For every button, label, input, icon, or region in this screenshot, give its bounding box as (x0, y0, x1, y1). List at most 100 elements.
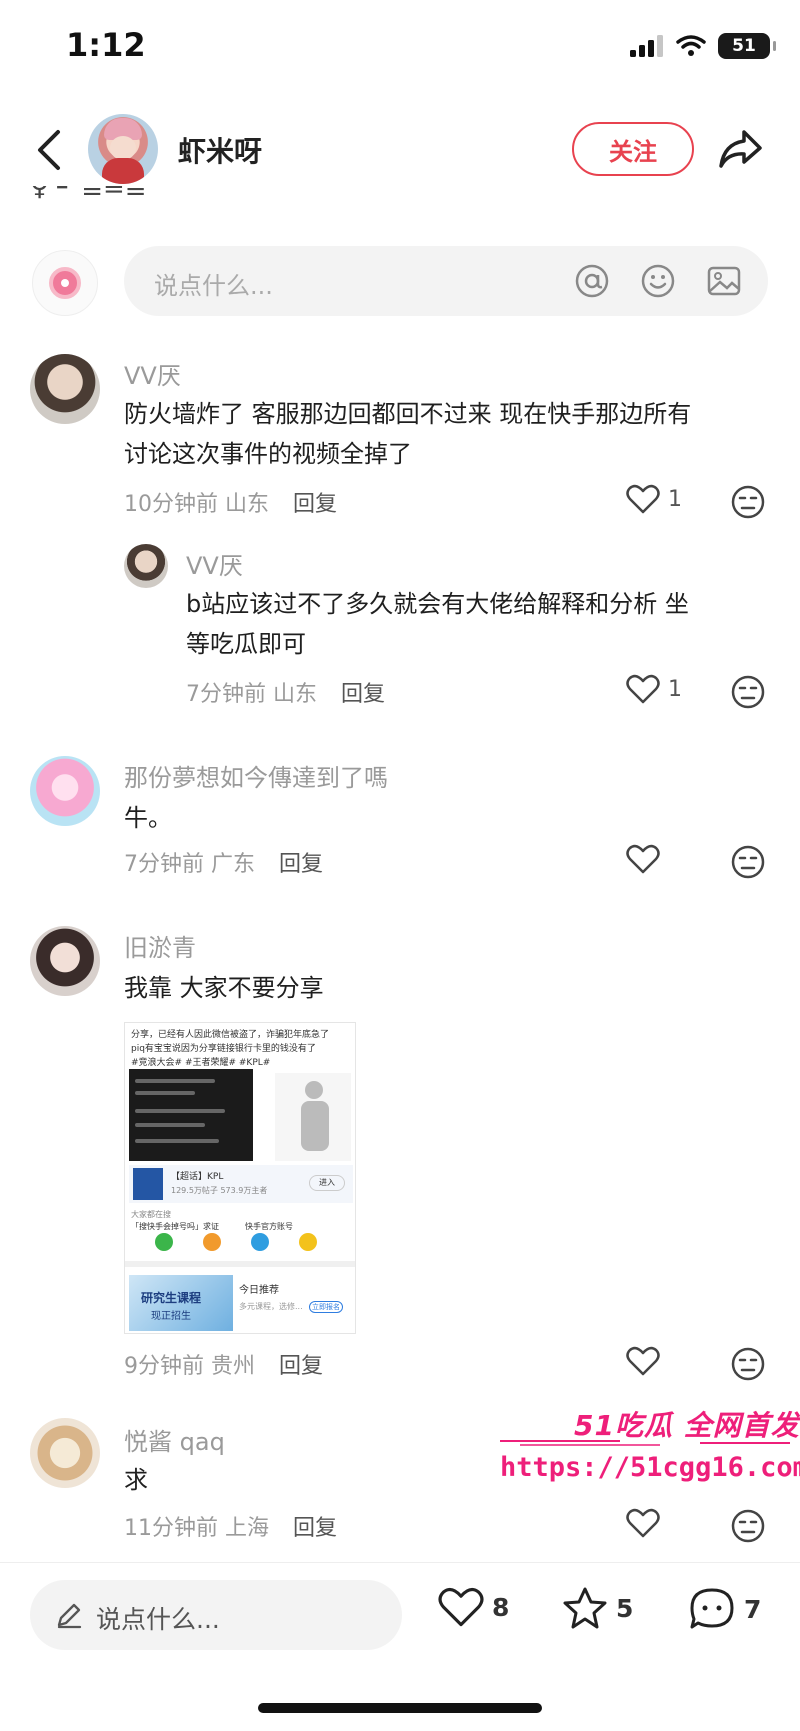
author-username[interactable]: 虾米呀 (178, 130, 262, 170)
image-sketch (275, 1073, 351, 1161)
image-share-qzone (299, 1233, 317, 1251)
image-divider (125, 1261, 355, 1267)
heart-icon (626, 1508, 660, 1538)
like-button[interactable] (626, 1508, 660, 1538)
wifi-icon (676, 35, 706, 56)
comment-time: 7分钟前 (124, 852, 204, 877)
commenter-name[interactable]: VV厌 (124, 356, 181, 391)
commenter-name[interactable]: 旧淤青 (124, 928, 196, 963)
comment-bubble-icon (690, 1588, 734, 1629)
comment-time: 11分钟前 (124, 1516, 218, 1541)
status-time: 1:12 (66, 26, 146, 64)
author-avatar[interactable] (88, 114, 158, 184)
star-icon (563, 1587, 607, 1629)
commenter-name[interactable]: VV厌 (186, 546, 243, 581)
image-search2: 快手官方账号 (245, 1222, 293, 1231)
like-button[interactable] (626, 1346, 660, 1376)
commenter-avatar[interactable] (124, 544, 168, 588)
commenter-avatar[interactable] (30, 926, 100, 996)
reply-button[interactable]: 回复 (279, 846, 323, 878)
comment-meta: 10分钟前 山东 回复 (124, 486, 337, 518)
image-share-wechat (155, 1233, 173, 1251)
comment-text-line: 等吃瓜即可 (186, 630, 306, 658)
watermark-url: https://51cgg16.com (500, 1452, 800, 1483)
my-avatar (32, 250, 98, 316)
image-enter-button: 进入 (309, 1175, 345, 1191)
heart-icon (626, 1346, 660, 1376)
post-favorite-button[interactable]: 5 (562, 1586, 633, 1630)
watermark-lines (500, 1440, 790, 1446)
comment-input-row: 说点什么... (0, 244, 800, 320)
like-button[interactable]: 1 (626, 484, 682, 514)
post-header: 虾米呀 关注 (0, 110, 800, 190)
image-ad-right-title: 今日推荐 (239, 1285, 279, 1296)
dislike-icon[interactable] (730, 674, 766, 710)
comment-input-placeholder: 说点什么... (154, 272, 273, 300)
image-ad-sub: 现正招生 (151, 1311, 191, 1322)
heart-icon (438, 1587, 484, 1627)
comment-text-line: 讨论这次事件的视频全掉了 (124, 440, 412, 468)
comment-location: 山东 (225, 492, 270, 517)
share-icon[interactable] (716, 126, 766, 172)
image-search1: 「搜快手会掉号吗」求证 (131, 1222, 219, 1231)
comment-input[interactable]: 说点什么... (124, 246, 768, 316)
image-icon[interactable] (706, 263, 742, 299)
image-share-moments (203, 1233, 221, 1251)
image-ad-title: 研究生课程 (141, 1291, 202, 1305)
reply-button[interactable]: 回复 (279, 1348, 323, 1380)
commenter-name[interactable]: 那份夢想如今傳達到了嗎 (124, 758, 388, 793)
image-share-qq (251, 1233, 269, 1251)
image-text-line: #竞浪大会# #王者荣耀# #KPL# (131, 1058, 271, 1068)
status-icons: 51 (630, 32, 776, 60)
reply-button[interactable]: 回复 (293, 1510, 337, 1542)
home-indicator (258, 1703, 542, 1713)
commenter-avatar[interactable] (30, 1418, 100, 1488)
dislike-icon[interactable] (730, 1346, 766, 1382)
comment-meta: 7分钟前 山东 回复 (186, 676, 385, 708)
comment-time: 10分钟前 (124, 492, 218, 517)
post-comment-count: 7 (744, 1594, 762, 1624)
comment-time: 9分钟前 (124, 1354, 204, 1379)
comment-text-line: 求 (124, 1466, 148, 1494)
commenter-avatar[interactable] (30, 756, 100, 826)
post-comment-button[interactable]: 7 (688, 1586, 761, 1632)
heart-icon (626, 674, 660, 704)
follow-button[interactable]: 关注 (572, 122, 694, 176)
comment-meta: 7分钟前 广东 回复 (124, 846, 323, 878)
post-like-button[interactable]: 8 (438, 1586, 509, 1628)
comment-location: 贵州 (211, 1354, 256, 1379)
dislike-icon[interactable] (730, 1508, 766, 1544)
like-button[interactable]: 1 (626, 674, 682, 704)
like-button[interactable] (626, 844, 660, 874)
post-favorite-count: 5 (616, 1593, 634, 1623)
comment-text-line: 我靠 大家不要分享 (124, 974, 324, 1002)
image-ad-right-sub: 多元课程，选修... (239, 1302, 303, 1311)
comment-time: 7分钟前 (186, 682, 266, 707)
comment-text-line: b站应该过不了多久就会有大佬给解释和分析 坐 (186, 590, 689, 618)
signal-icon (630, 35, 663, 57)
image-dark-panel (129, 1069, 253, 1161)
bottom-input-placeholder: 说点什么... (96, 1605, 220, 1634)
image-people-label: 大家都在搜 (131, 1210, 171, 1219)
at-icon[interactable] (574, 263, 610, 299)
comment-image[interactable]: 分享，已经有人因此微信被盗了，诈骗犯年底急了 piq有宝宝说因为分享链接银行卡里… (124, 1022, 356, 1334)
image-kpl-card: 【超话】KPL 129.5万帖子 573.9万主者 进入 (129, 1165, 353, 1203)
comment-meta: 11分钟前 上海 回复 (124, 1510, 337, 1542)
back-arrow-icon[interactable] (30, 128, 70, 172)
commenter-name[interactable]: 悦酱 qaq (124, 1422, 225, 1457)
reply-button[interactable]: 回复 (341, 676, 385, 708)
heart-icon (626, 484, 660, 514)
reply-button[interactable]: 回复 (293, 486, 337, 518)
comment-location: 山东 (273, 682, 318, 707)
commenter-avatar[interactable] (30, 354, 100, 424)
truncated-text-fragment: ♀ ┛ ≣≡≣ ⊏ (30, 186, 147, 204)
heart-icon (626, 844, 660, 874)
dislike-icon[interactable] (730, 844, 766, 880)
emoji-icon[interactable] (640, 263, 676, 299)
dislike-icon[interactable] (730, 484, 766, 520)
comment-text-line: 牛。 (124, 804, 172, 832)
bottom-comment-input[interactable]: 说点什么... (30, 1580, 402, 1650)
image-ad: 研究生课程 现正招生 (129, 1275, 233, 1331)
pen-icon (57, 1603, 82, 1629)
like-count: 1 (668, 676, 682, 702)
